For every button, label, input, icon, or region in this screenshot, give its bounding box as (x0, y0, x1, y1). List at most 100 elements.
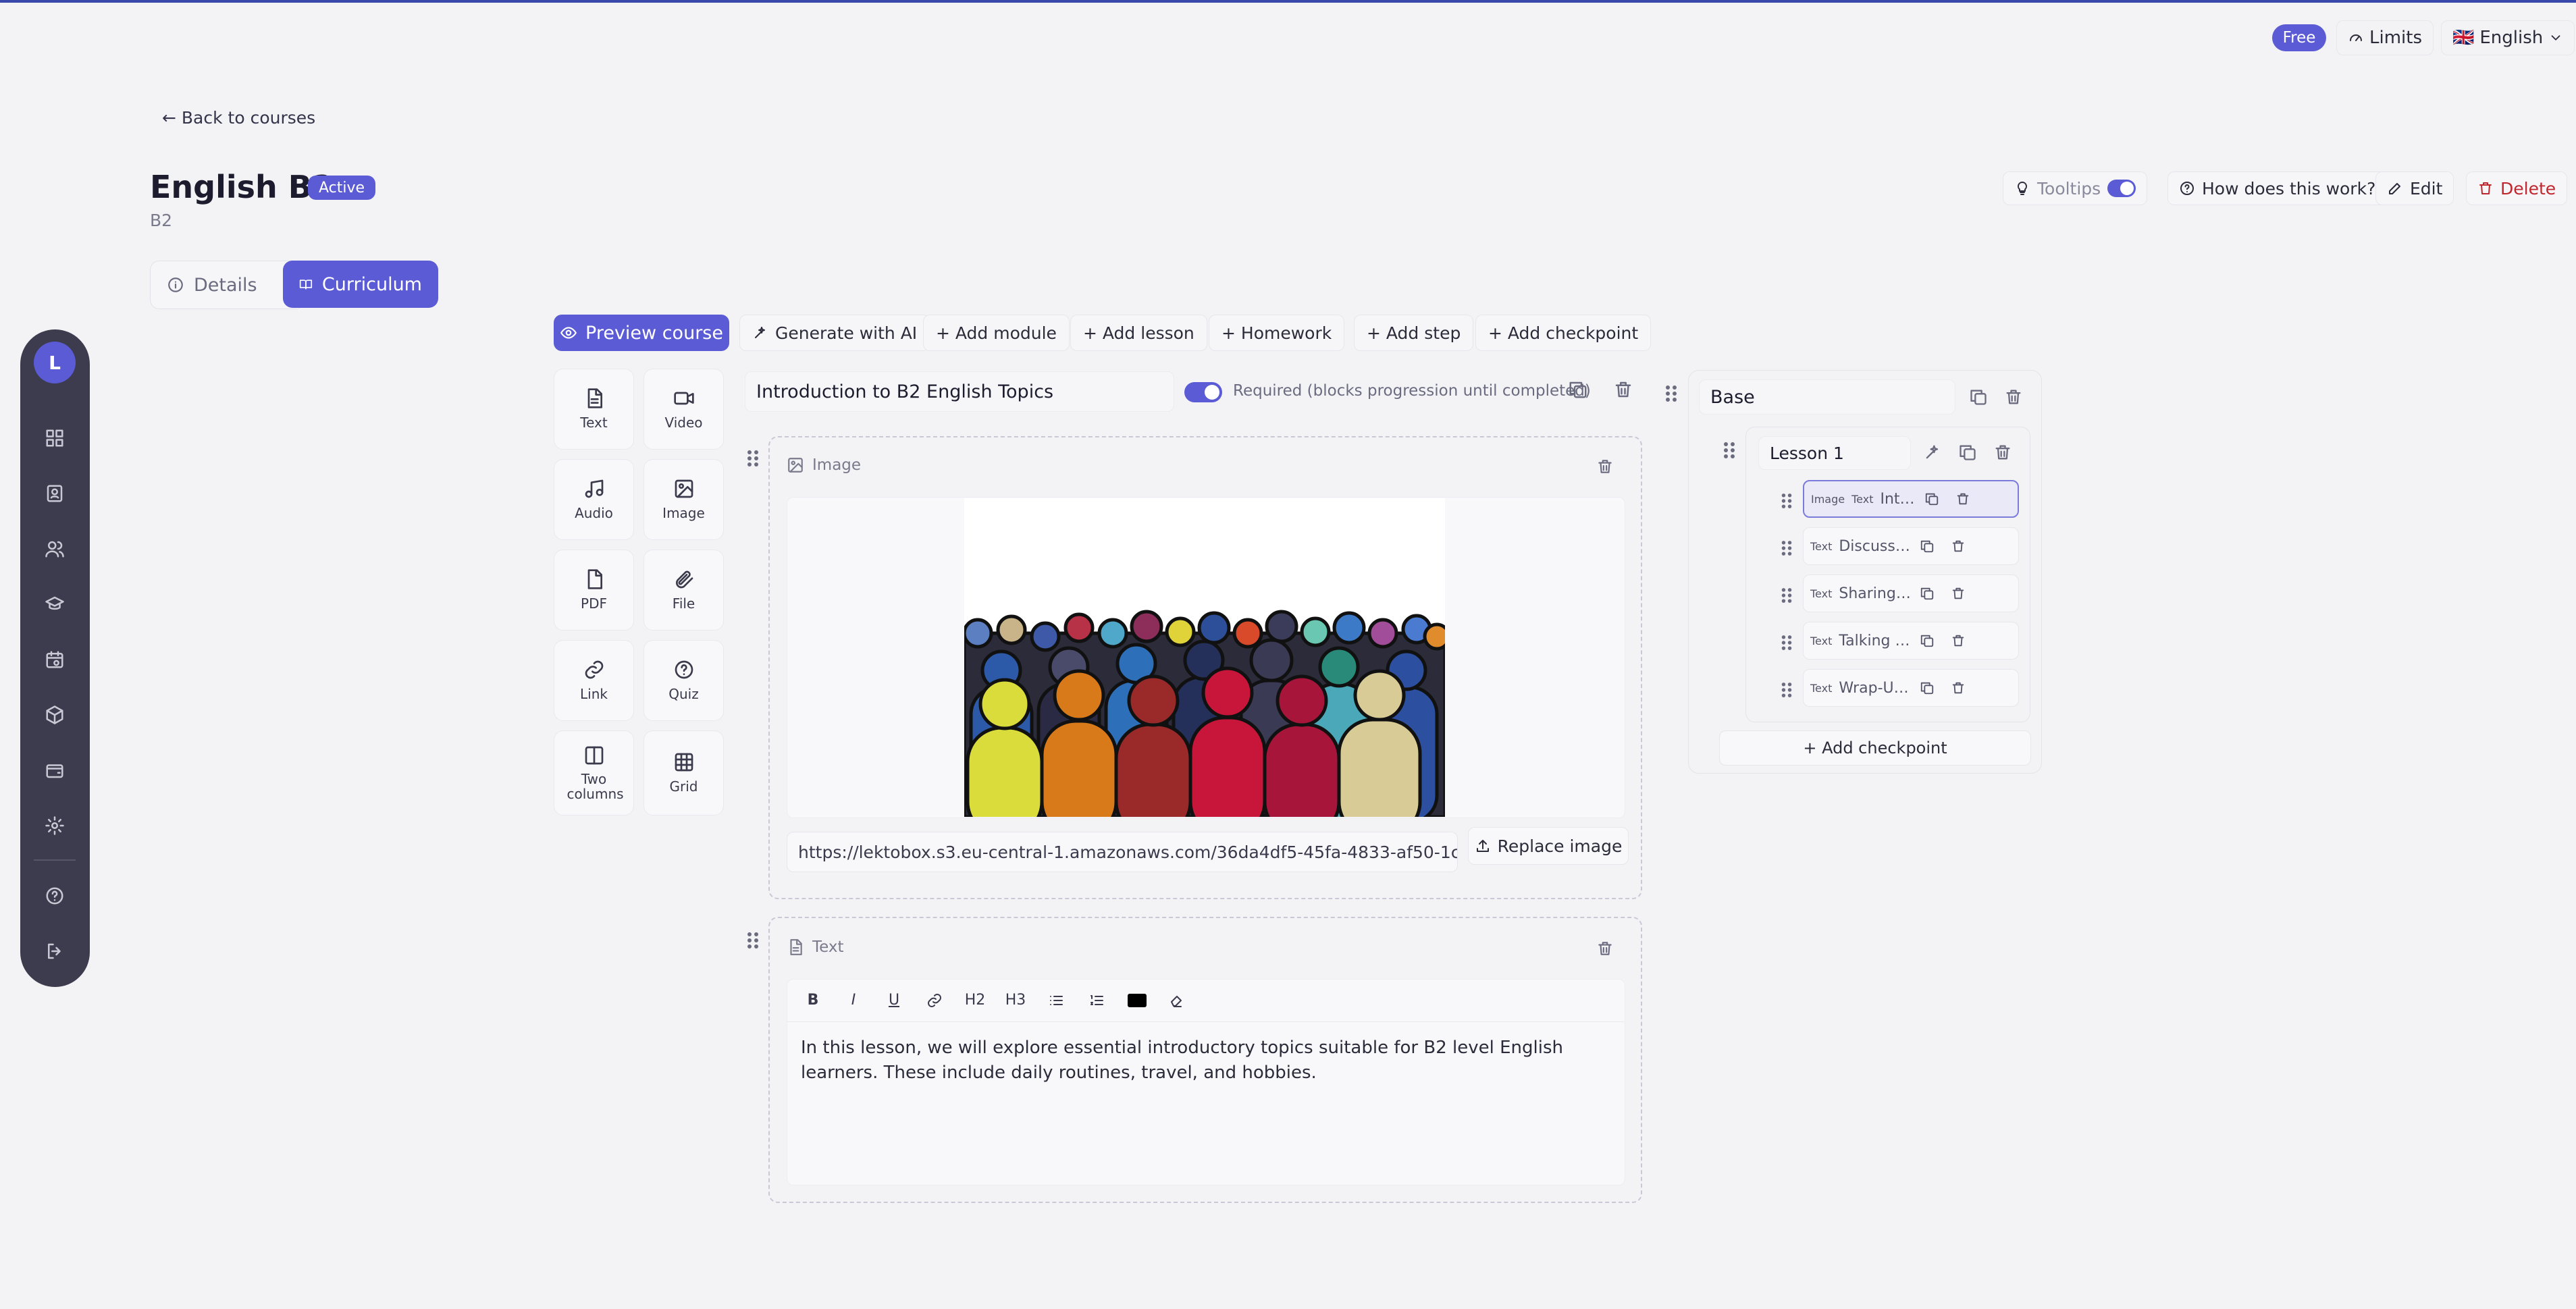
logout-icon[interactable] (38, 934, 72, 968)
palette-link[interactable]: Link (554, 640, 634, 721)
bold-button[interactable]: B (800, 988, 826, 1013)
duplicate-module-icon[interactable] (1969, 388, 1988, 409)
package-icon[interactable] (38, 698, 72, 732)
drag-handle-icon[interactable] (1780, 633, 1793, 655)
link-button[interactable] (922, 988, 947, 1013)
drag-handle-icon[interactable] (1780, 680, 1793, 702)
tab-curriculum[interactable]: Curriculum (283, 261, 438, 308)
outline-step-3[interactable]: Text Sharing Tra... (1803, 575, 2019, 612)
gear-icon[interactable] (38, 809, 72, 843)
outline-step-2[interactable]: Text Discussing ... (1803, 527, 2019, 565)
duplicate-lesson-icon[interactable] (1958, 443, 1977, 464)
module-title-input[interactable]: Base (1699, 379, 1955, 415)
step-tag: Text (1851, 492, 1874, 506)
required-toggle[interactable] (1184, 382, 1222, 402)
how-does-this-work-button[interactable]: How does this work? (2167, 171, 2388, 205)
wallet-icon[interactable] (38, 753, 72, 787)
numbered-list-button[interactable] (1084, 988, 1109, 1013)
lesson-title-input[interactable]: Lesson 1 (1758, 436, 1911, 470)
underline-button[interactable]: U (881, 988, 907, 1013)
palette-link-label: Link (580, 686, 608, 702)
step-name: Intr... (1880, 490, 1918, 508)
help-icon[interactable] (38, 879, 72, 913)
delete-lesson-icon[interactable] (1993, 443, 2012, 464)
palette-two-columns[interactable]: Two columns (554, 730, 634, 816)
trash-icon[interactable] (1951, 586, 1966, 601)
trash-icon[interactable] (1951, 680, 1966, 695)
graduation-cap-icon[interactable] (38, 587, 72, 621)
heading2-button[interactable]: H2 (962, 988, 988, 1013)
calendar-clock-icon[interactable] (38, 643, 72, 676)
add-lesson-button[interactable]: + Add lesson (1070, 315, 1207, 351)
tooltips-toggle[interactable]: Tooltips (2003, 171, 2148, 205)
outline-step-1[interactable]: Image Text Intr... (1803, 480, 2019, 518)
image-url-input[interactable]: https://lektobox.s3.eu-central-1.amazona… (787, 832, 1458, 872)
contacts-icon[interactable] (38, 477, 72, 510)
outline-add-checkpoint-button[interactable]: + Add checkpoint (1719, 730, 2031, 766)
drag-handle-icon[interactable] (1722, 440, 1737, 463)
delete-module-icon[interactable] (2004, 388, 2023, 409)
avatar[interactable]: L (34, 342, 76, 383)
step-name: Sharing Tra... (1839, 585, 1914, 602)
limits-button[interactable]: Limits (2336, 20, 2434, 55)
tab-details[interactable]: Details (150, 261, 305, 309)
duplicate-step-icon[interactable] (1568, 379, 1588, 402)
copy-icon[interactable] (1920, 586, 1935, 601)
sparkles-icon[interactable] (1923, 443, 1942, 464)
add-module-button[interactable]: + Add module (923, 315, 1070, 351)
trash-icon[interactable] (1951, 539, 1966, 554)
clear-format-button[interactable] (1165, 988, 1190, 1013)
trash-icon[interactable] (1955, 491, 1970, 506)
drag-handle-icon[interactable] (1780, 491, 1793, 513)
palette-video[interactable]: Video (643, 369, 724, 450)
drag-handle-icon[interactable] (745, 448, 760, 471)
italic-button[interactable]: I (841, 988, 866, 1013)
text-color-button[interactable] (1124, 988, 1150, 1013)
drag-handle-icon[interactable] (1664, 383, 1679, 406)
palette-grid[interactable]: Grid (643, 730, 724, 816)
edit-button[interactable]: Edit (2375, 171, 2454, 205)
generate-with-ai-button[interactable]: Generate with AI (739, 315, 930, 351)
palette-quiz[interactable]: Quiz (643, 640, 724, 721)
palette-image[interactable]: Image (643, 459, 724, 540)
delete-button[interactable]: Delete (2466, 171, 2568, 205)
delete-step-icon[interactable] (1613, 379, 1633, 402)
language-select[interactable]: 🇬🇧 English (2441, 20, 2575, 55)
step-tag: Text (1810, 539, 1833, 553)
drag-handle-icon[interactable] (1780, 539, 1793, 560)
dashboard-icon[interactable] (38, 421, 72, 455)
trash-icon[interactable] (1951, 633, 1966, 648)
add-checkpoint-button[interactable]: + Add checkpoint (1475, 315, 1652, 351)
delete-block-icon[interactable] (1596, 458, 1614, 478)
heading3-button[interactable]: H3 (1003, 988, 1028, 1013)
replace-image-button[interactable]: Replace image (1468, 827, 1629, 865)
copy-icon[interactable] (1920, 680, 1935, 695)
delete-block-icon[interactable] (1596, 940, 1614, 960)
copy-icon[interactable] (1920, 539, 1935, 554)
preview-course-button[interactable]: Preview course (554, 315, 729, 351)
outline-step-4[interactable]: Text Talking Ab... (1803, 622, 2019, 660)
palette-pdf[interactable]: PDF (554, 550, 634, 631)
users-icon[interactable] (38, 532, 72, 566)
drag-handle-icon[interactable] (745, 930, 760, 953)
text-block-content[interactable]: In this lesson, we will explore essentia… (801, 1036, 1611, 1086)
homework-button[interactable]: + Homework (1209, 315, 1345, 351)
add-step-label: + Add step (1367, 323, 1461, 343)
palette-two-columns-label: Two columns (567, 771, 624, 802)
tooltips-switch[interactable] (2107, 180, 2136, 197)
add-step-button[interactable]: + Add step (1354, 315, 1474, 351)
page-title: English B2 (150, 169, 334, 205)
bullet-list-button[interactable] (1043, 988, 1069, 1013)
pencil-icon (2389, 183, 2400, 194)
palette-text[interactable]: Text (554, 369, 634, 450)
back-to-courses-link[interactable]: ← Back to courses (162, 108, 315, 128)
palette-audio[interactable]: Audio (554, 459, 634, 540)
palette-file-label: File (672, 595, 695, 612)
palette-audio-label: Audio (575, 505, 613, 521)
copy-icon[interactable] (1924, 491, 1939, 506)
outline-step-5[interactable]: Text Wrap-Up a... (1803, 669, 2019, 707)
step-title-input[interactable]: Introduction to B2 English Topics (745, 371, 1174, 412)
copy-icon[interactable] (1920, 633, 1935, 648)
drag-handle-icon[interactable] (1780, 586, 1793, 608)
palette-file[interactable]: File (643, 550, 724, 631)
